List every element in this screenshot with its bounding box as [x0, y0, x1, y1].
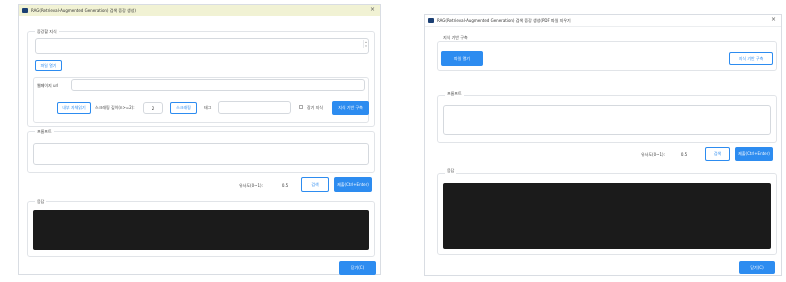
- submit-button[interactable]: 제출(Ctrl+Enter): [735, 147, 773, 161]
- scrape-button[interactable]: 스크래핑: [170, 102, 197, 114]
- prompt-label: 프롬프트: [445, 91, 464, 97]
- scrape-depth-input[interactable]: 2: [143, 102, 163, 114]
- search-button[interactable]: 검색: [705, 147, 730, 161]
- close-icon[interactable]: ×: [771, 17, 776, 23]
- app-icon: [428, 18, 434, 23]
- file-open-button[interactable]: 파일 열기: [35, 60, 62, 71]
- scrape-depth-label: 스크래핑 깊이(n>=2):: [95, 105, 135, 110]
- left-window: RAG(Retrieval-Augmented Generation) 검색 증…: [18, 4, 381, 275]
- right-titlebar: RAG(Retrieval-Augmented Generation) 검색 증…: [425, 15, 781, 27]
- left-titlebar: RAG(Retrieval-Augmented Generation) 검색 증…: [19, 5, 380, 16]
- knowledge-text-area[interactable]: [35, 38, 369, 54]
- close-icon[interactable]: ×: [370, 7, 375, 13]
- submit-button[interactable]: 제출(Ctrl+Enter): [334, 177, 372, 192]
- answer-output: [33, 210, 369, 250]
- scrape-internal-button[interactable]: 내부 자체읽기: [57, 102, 91, 114]
- close-button[interactable]: 닫기(C): [339, 261, 376, 275]
- search-button[interactable]: 검색: [301, 177, 329, 192]
- tag-label: 태그: [204, 105, 212, 110]
- knowledge-group: [437, 41, 777, 71]
- close-button[interactable]: 닫기(C): [739, 261, 775, 274]
- knowledge-group-label: 증강할 지식: [35, 29, 59, 35]
- right-window-title: RAG(Retrieval-Augmented Generation) 검색 증…: [437, 17, 571, 23]
- build-knowledge-button[interactable]: 지식 기반 구축: [332, 101, 369, 115]
- app-icon: [22, 8, 28, 13]
- webpage-url-label: 웹페이지 url: [37, 83, 59, 88]
- split-label: 장기 지식: [307, 105, 323, 110]
- similarity-value[interactable]: 0.5: [277, 179, 293, 191]
- prompt-label: 프롬프트: [35, 129, 54, 135]
- answer-label: 응답: [445, 168, 457, 174]
- left-window-title: RAG(Retrieval-Augmented Generation) 검색 증…: [31, 7, 136, 13]
- answer-output: [443, 183, 771, 249]
- similarity-label: 유사도(0~1):: [641, 152, 665, 157]
- answer-label: 응답: [35, 199, 47, 205]
- webpage-url-input[interactable]: [71, 79, 365, 91]
- tag-input[interactable]: [218, 101, 291, 114]
- right-window: RAG(Retrieval-Augmented Generation) 검색 증…: [424, 14, 782, 276]
- similarity-label: 유사도(0~1):: [239, 183, 263, 188]
- similarity-value[interactable]: 0.5: [676, 148, 692, 160]
- build-knowledge-button[interactable]: 지식 기반 구축: [729, 52, 773, 65]
- split-checkbox[interactable]: [299, 105, 303, 109]
- scroll-arrows-icon[interactable]: ▴ ▾: [363, 40, 368, 48]
- prompt-input[interactable]: [33, 143, 369, 165]
- file-open-button[interactable]: 파일 열기: [441, 51, 483, 66]
- prompt-input[interactable]: [443, 105, 771, 135]
